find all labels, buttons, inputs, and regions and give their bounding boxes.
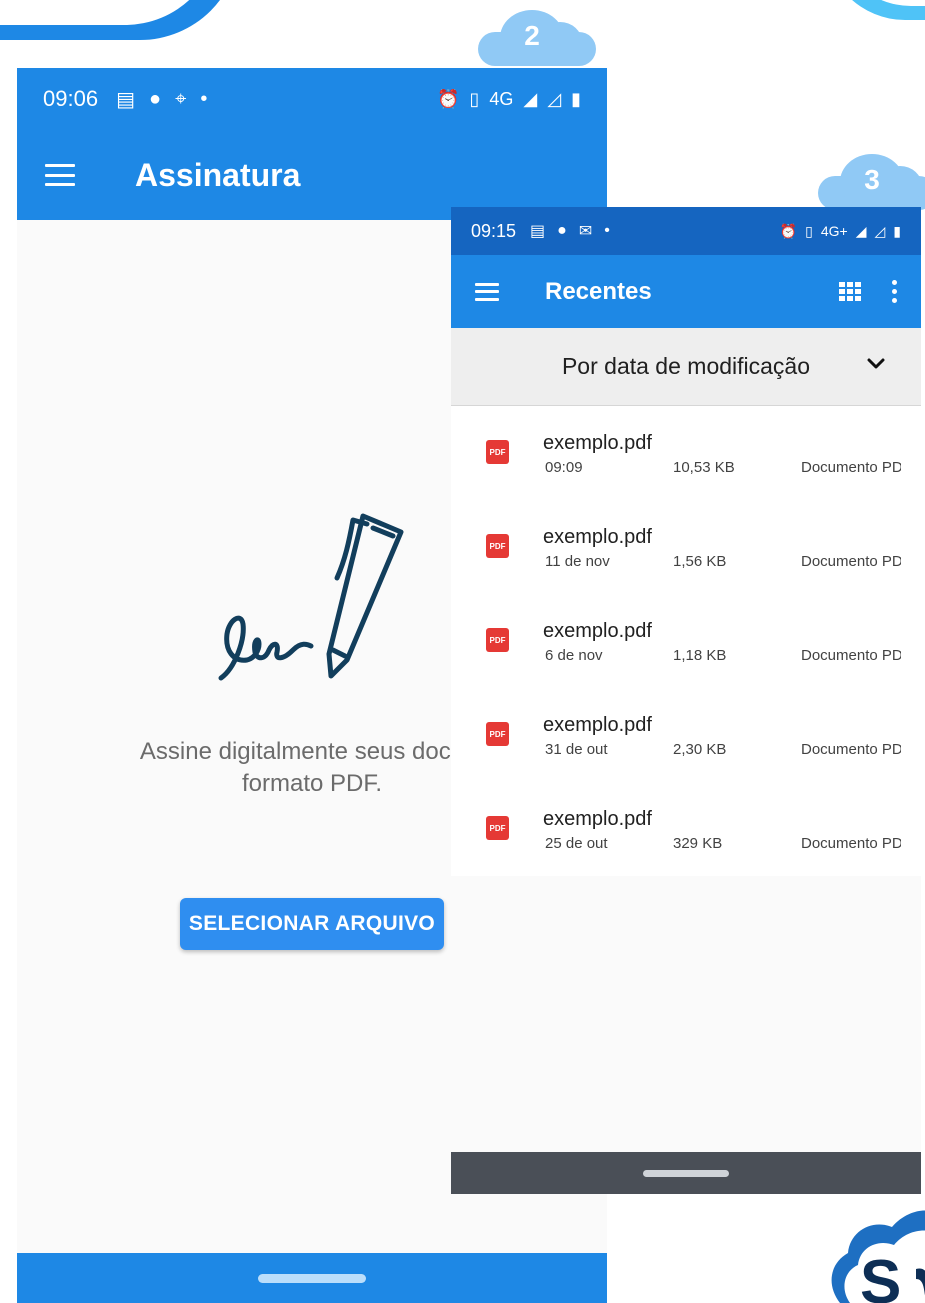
alarm-icon: ⏰ <box>437 88 460 109</box>
file-name: exemplo.pdf <box>543 620 652 642</box>
file-name: exemplo.pdf <box>543 526 652 548</box>
gmail-icon: ✉ <box>578 223 593 240</box>
svg-text:S: S <box>860 1248 901 1303</box>
pdf-file-icon: PDF <box>486 722 509 746</box>
status-bar: 09:06 ▤ ● ⌖ • ⏰ ▯ 4G ◢ ◿ ▮ <box>17 68 607 130</box>
step-badge-3: 3 <box>818 150 925 210</box>
home-gesture-handle[interactable] <box>258 1274 366 1283</box>
vibrate-icon: ▯ <box>469 88 480 109</box>
file-type: Documento PDF <box>801 835 901 852</box>
pdf-file-icon: PDF <box>486 628 509 652</box>
file-date: 6 de nov <box>545 647 603 664</box>
home-gesture-handle[interactable] <box>643 1170 729 1177</box>
file-type: Documento PDF <box>801 647 901 664</box>
navigation-bar <box>17 1253 607 1303</box>
pdf-file-icon: PDF <box>486 816 509 840</box>
file-date: 25 de out <box>545 835 608 852</box>
file-name: exemplo.pdf <box>543 808 652 830</box>
file-size: 1,18 KB <box>673 647 727 664</box>
list-item[interactable]: PDF exemplo.pdf 6 de nov 1,18 KB Documen… <box>451 594 921 688</box>
message-icon: ▤ <box>116 88 135 111</box>
file-date: 09:09 <box>545 459 583 476</box>
facebook-icon: ● <box>148 87 162 110</box>
step-badge-2: 2 <box>478 6 596 66</box>
file-type: Documento PDF <box>801 459 901 476</box>
app-bar: Recentes <box>451 255 921 328</box>
message-icon: ▤ <box>530 223 546 240</box>
file-date: 11 de nov <box>545 553 610 570</box>
file-type: Documento PDF <box>801 553 901 570</box>
alarm-icon: ⏰ <box>779 222 798 239</box>
pdf-file-icon: PDF <box>486 534 509 558</box>
sort-dropdown[interactable]: Por data de modificação <box>451 328 921 406</box>
more-options-icon[interactable] <box>891 280 897 303</box>
file-name: exemplo.pdf <box>543 432 652 454</box>
menu-icon[interactable] <box>45 164 75 186</box>
signal-icon: ◢ <box>855 222 867 239</box>
file-size: 329 KB <box>673 835 723 852</box>
battery-icon: ▮ <box>893 222 901 239</box>
file-name: exemplo.pdf <box>543 714 652 736</box>
file-size: 1,56 KB <box>673 553 727 570</box>
location-icon: ⌖ <box>175 87 187 110</box>
network-label: 4G+ <box>820 223 848 239</box>
battery-icon: ▮ <box>571 88 581 109</box>
page-title: Assinatura <box>135 156 301 193</box>
list-item[interactable]: PDF exemplo.pdf 25 de out 329 KB Documen… <box>451 782 921 876</box>
network-label: 4G <box>489 88 514 109</box>
dot-icon: • <box>200 87 208 110</box>
grid-view-icon[interactable] <box>839 281 861 302</box>
file-type: Documento PDF <box>801 741 901 758</box>
select-file-button[interactable]: SELECIONAR ARQUIVO <box>180 898 444 950</box>
step-number: 2 <box>524 20 540 51</box>
file-size: 10,53 KB <box>673 459 735 476</box>
brand-logo-icon: S <box>831 1210 925 1303</box>
signal-icon: ◢ <box>523 88 538 109</box>
status-time: 09:06 <box>43 86 99 111</box>
file-list: PDF exemplo.pdf 09:09 10,53 KB Documento… <box>451 406 921 876</box>
pdf-file-icon: PDF <box>486 440 509 464</box>
sort-label: Por data de modificação <box>561 353 811 379</box>
status-bar: 09:15 ▤ ● ✉ • ⏰ ▯ 4G+ ◢ ◿ ▮ <box>451 207 921 255</box>
file-date: 31 de out <box>545 741 608 758</box>
list-item[interactable]: PDF exemplo.pdf 11 de nov 1,56 KB Docume… <box>451 500 921 594</box>
phone-screen-recentes: 09:15 ▤ ● ✉ • ⏰ ▯ 4G+ ◢ ◿ ▮ Recentes Por… <box>451 207 921 1194</box>
page-title: Recentes <box>545 277 652 305</box>
list-item[interactable]: PDF exemplo.pdf 31 de out 2,30 KB Docume… <box>451 688 921 782</box>
file-size: 2,30 KB <box>673 741 727 758</box>
chevron-down-icon <box>867 358 885 369</box>
facebook-icon: ● <box>557 222 567 239</box>
dot-icon: • <box>604 222 610 239</box>
signal-empty-icon: ◿ <box>547 88 562 109</box>
navigation-bar <box>451 1152 921 1194</box>
menu-icon[interactable] <box>475 282 499 301</box>
vibrate-icon: ▯ <box>805 222 813 239</box>
status-time: 09:15 <box>471 220 517 241</box>
list-item[interactable]: PDF exemplo.pdf 09:09 10,53 KB Documento… <box>451 406 921 500</box>
step-number: 3 <box>864 164 880 195</box>
signal-empty-icon: ◿ <box>874 222 886 239</box>
signature-pen-icon <box>218 513 404 681</box>
